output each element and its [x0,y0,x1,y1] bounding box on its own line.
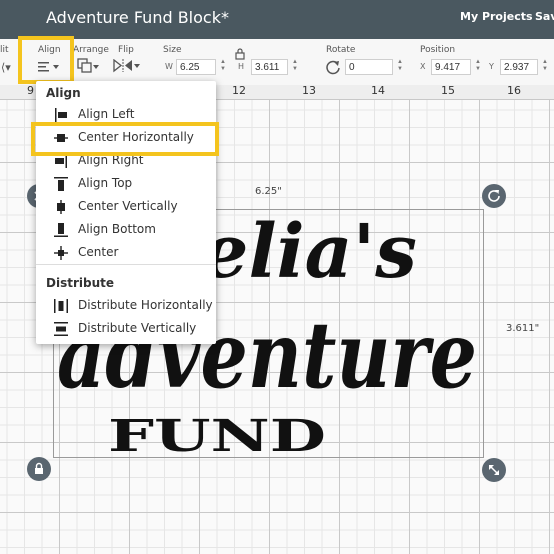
ruler-tick: 13 [302,85,316,97]
align-button-highlight [18,36,74,84]
ruler-tick: 14 [371,85,385,97]
save-button[interactable]: Save [535,10,554,23]
resize-diagonal-icon [489,465,499,475]
ruler-tick: 9 [27,85,34,97]
lock-handle[interactable] [27,457,51,481]
ruler-tick: 15 [441,85,455,97]
center-horizontally-highlight [31,122,219,156]
width-label: W [165,62,173,71]
align-dropdown-menu: Align Align Left Center Horizontally Ali… [36,81,216,344]
position-label: Position [420,45,456,55]
resize-handle[interactable] [482,458,506,482]
menu-item-center[interactable]: Center [36,242,216,264]
menu-item-label: Distribute Horizontally [78,298,213,312]
partial-tool-label: lit [0,45,9,55]
rotate-icon-button[interactable] [325,59,341,80]
rotate-handle[interactable] [482,184,506,208]
lock-icon [35,462,43,474]
distribute-heading: Distribute [46,276,114,290]
my-projects-link[interactable]: My Projects [460,10,533,23]
selection-height-label: 3.611" [506,323,540,334]
size-label: Size [163,45,182,55]
align-top-icon [54,177,68,191]
flip-button[interactable] [113,58,141,78]
project-title: Adventure Fund Block* [46,8,229,27]
menu-item-label: Center Vertically [78,199,178,213]
flip-label: Flip [118,45,134,55]
menu-item-distribute-horizontally[interactable]: Distribute Horizontally [36,295,216,317]
flip-icon [113,58,140,73]
align-right-icon [55,154,67,168]
ruler-tick: 12 [232,85,246,97]
height-label: H [238,62,245,71]
center-vertically-icon [57,200,65,214]
distribute-vertically-icon [54,322,68,336]
menu-divider [36,264,216,265]
distribute-horizontally-icon [54,299,68,313]
arrange-label: Arrange [73,45,109,55]
center-icon [54,246,68,260]
arrange-button[interactable] [77,58,101,79]
menu-item-center-vertically[interactable]: Center Vertically [36,196,216,218]
rotate-handle-icon [488,190,500,202]
height-input[interactable]: 3.611 [251,59,288,75]
menu-item-label: Distribute Vertically [78,321,197,335]
ruler-tick: 16 [507,85,521,97]
lock-icon [235,48,245,60]
arrange-icon [77,58,99,73]
align-bottom-icon [54,223,68,237]
rotate-input[interactable]: 0 [345,59,393,75]
y-position-input[interactable]: 2.937 [500,59,538,75]
menu-item-label: Center [78,245,119,259]
rotate-label: Rotate [326,45,356,55]
partial-tool-icon[interactable]: ⟨▾ [1,61,11,74]
align-heading: Align [46,86,81,100]
rotate-icon [326,60,340,75]
menu-item-label: Align Bottom [78,222,156,236]
y-stepper[interactable]: ▲ ▼ [542,59,548,73]
rotate-stepper[interactable]: ▲ ▼ [397,59,403,73]
align-left-icon [55,108,67,122]
x-stepper[interactable]: ▲ ▼ [475,59,481,73]
menu-item-label: Align Left [78,107,135,121]
y-label: Y [489,62,494,71]
menu-item-distribute-vertically[interactable]: Distribute Vertically [36,318,216,340]
menu-item-align-top[interactable]: Align Top [36,173,216,195]
width-stepper[interactable]: ▲ ▼ [220,59,226,73]
x-label: X [420,62,426,71]
width-input[interactable]: 6.25 [176,59,216,75]
menu-item-align-bottom[interactable]: Align Bottom [36,219,216,241]
menu-item-label: Align Top [78,176,133,190]
edit-toolbar: lit ⟨▾ Align Arrange Flip Size W 6.25 ▲ ▼ [0,39,554,86]
top-bar: Adventure Fund Block* My Projects Save [0,0,554,39]
x-position-input[interactable]: 9.417 [431,59,471,75]
height-stepper[interactable]: ▲ ▼ [292,59,298,73]
